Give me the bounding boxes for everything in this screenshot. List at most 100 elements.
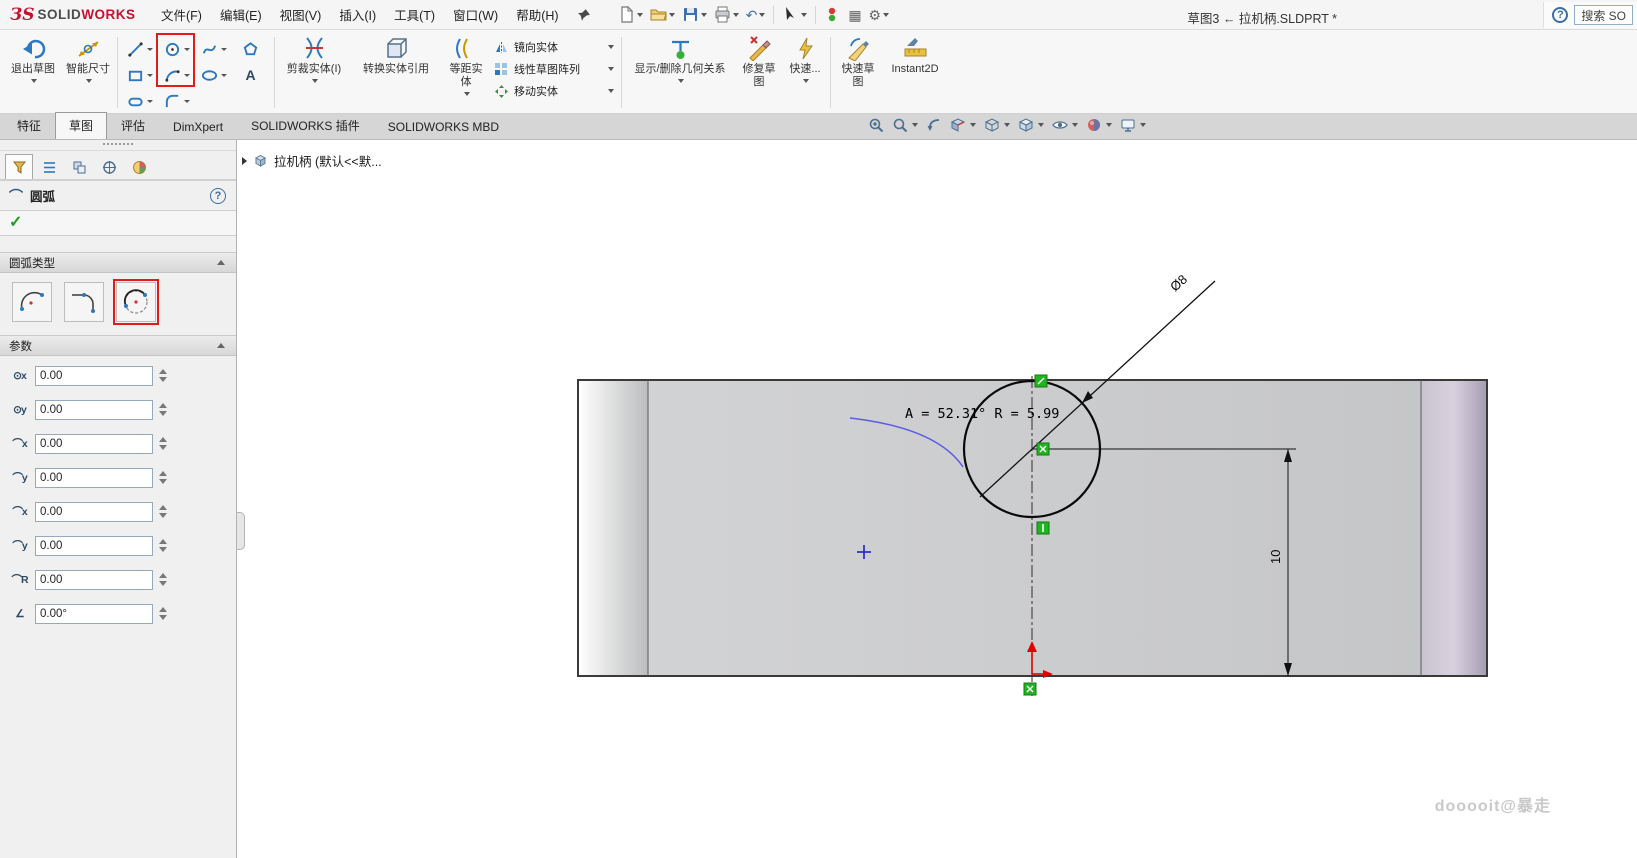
panel-splitter[interactable] <box>0 143 236 151</box>
arc-start-x-input[interactable] <box>35 434 153 454</box>
tab-sketch[interactable]: 草图 <box>55 112 107 139</box>
print-button[interactable] <box>711 3 742 26</box>
edit-appearance-button[interactable] <box>1086 117 1112 133</box>
property-manager-icon <box>12 160 27 175</box>
fillet-icon <box>164 93 181 110</box>
section-view-icon <box>950 117 966 133</box>
section-view-button[interactable] <box>950 117 976 133</box>
panel-help-icon[interactable]: ? <box>210 188 226 204</box>
arc-center-x-input[interactable] <box>35 366 153 386</box>
move-entities-button[interactable]: 移动实体 <box>490 83 618 99</box>
linear-sketch-pattern-button[interactable]: 线性草图阵列 <box>490 61 618 77</box>
arc-start-y-icon: ⌒y <box>8 470 31 485</box>
ellipse-tool[interactable] <box>195 62 232 88</box>
centerpoint-arc-button[interactable] <box>12 282 52 322</box>
search-input[interactable]: 搜索 SO <box>1574 5 1633 25</box>
display-manager-tab[interactable] <box>125 154 153 179</box>
menu-tools[interactable]: 工具(T) <box>385 0 444 30</box>
arc-radius-input[interactable] <box>35 570 153 590</box>
arc-center-y-input[interactable] <box>35 400 153 420</box>
display-delete-relations-button[interactable]: 显示/删除几何关系 <box>625 32 735 113</box>
tab-evaluate[interactable]: 评估 <box>107 112 159 139</box>
spinner-control[interactable] <box>159 369 167 382</box>
spinner-control[interactable] <box>159 539 167 552</box>
help-icon[interactable]: ? <box>1552 7 1568 23</box>
spinner-control[interactable] <box>159 505 167 518</box>
param-row: ⌒y <box>8 467 228 488</box>
tab-solidworks-addins[interactable]: SOLIDWORKS 插件 <box>237 112 374 139</box>
instant2d-button[interactable]: Instant2D <box>882 32 948 113</box>
arc-end-y-input[interactable] <box>35 536 153 556</box>
ok-check-icon[interactable]: ✓ <box>9 215 22 231</box>
select-button[interactable] <box>779 3 810 26</box>
status-lights-button[interactable] <box>821 3 844 26</box>
fillet-tool[interactable] <box>158 88 195 114</box>
property-manager-tab[interactable] <box>5 154 33 179</box>
save-button[interactable] <box>679 3 710 26</box>
mirror-entities-button[interactable]: 镜向实体 <box>490 39 618 55</box>
menu-view[interactable]: 视图(V) <box>271 0 331 30</box>
feature-tree-flyout[interactable]: 拉机柄 (默认<<默... <box>242 151 382 170</box>
tab-dimxpert[interactable]: DimXpert <box>159 115 237 139</box>
arc-end-x-input[interactable] <box>35 502 153 522</box>
arc-type-section-header[interactable]: 圆弧类型 <box>0 252 236 273</box>
arc-start-y-input[interactable] <box>35 468 153 488</box>
spline-tool[interactable] <box>195 36 232 62</box>
repair-sketch-button[interactable]: 修复草图 <box>735 32 783 113</box>
settings-button[interactable]: ⚙ <box>866 5 893 25</box>
spinner-control[interactable] <box>159 573 167 586</box>
viewport-canvas[interactable]: Ø8 10 A = 52.31° R = 5.99 <box>237 140 1637 858</box>
smart-dimension-button[interactable]: 智能尺寸 <box>62 32 114 113</box>
graphics-viewport[interactable]: Ø8 10 A = 52.31° R = 5.99 <box>237 140 1637 858</box>
view-orientation-button[interactable] <box>984 117 1010 133</box>
arc-radius-icon: ⌒R <box>8 572 31 587</box>
spinner-control[interactable] <box>159 607 167 620</box>
tangent-arc-button[interactable] <box>64 282 104 322</box>
panel-collapse-handle[interactable] <box>237 512 245 550</box>
configuration-manager-tab[interactable] <box>65 154 93 179</box>
zoom-to-fit-button[interactable] <box>868 117 884 133</box>
menu-edit[interactable]: 编辑(E) <box>211 0 271 30</box>
display-style-button[interactable] <box>1018 117 1044 133</box>
ellipse-icon <box>201 67 218 84</box>
tab-solidworks-mbd[interactable]: SOLIDWORKS MBD <box>374 115 513 139</box>
menu-window[interactable]: 窗口(W) <box>444 0 507 30</box>
rectangle-tool[interactable] <box>121 62 158 88</box>
convert-entities-button[interactable]: 转换实体引用 <box>350 32 442 113</box>
three-point-arc-button[interactable] <box>116 282 156 322</box>
menu-file[interactable]: 文件(F) <box>152 0 211 30</box>
line-tool[interactable] <box>121 36 158 62</box>
spinner-control[interactable] <box>159 437 167 450</box>
open-document-button[interactable] <box>647 3 678 26</box>
slot-tool[interactable] <box>121 88 158 114</box>
spinner-control[interactable] <box>159 471 167 484</box>
view-settings-button[interactable] <box>1120 117 1146 133</box>
dimxpert-manager-tab[interactable] <box>95 154 123 179</box>
parameters-section-header[interactable]: 参数 <box>0 335 236 356</box>
circle-tool[interactable] <box>158 36 195 62</box>
arc-angle-input[interactable] <box>35 604 153 624</box>
exit-sketch-button[interactable]: 退出草图 <box>4 32 62 113</box>
quick-snaps-button[interactable]: 快速... <box>783 32 827 113</box>
polygon-tool[interactable] <box>232 36 269 62</box>
menu-help[interactable]: 帮助(H) <box>507 0 567 30</box>
trim-entities-button[interactable]: 剪裁实体(I) <box>278 32 350 113</box>
sketch-text-tool[interactable]: A <box>232 62 269 88</box>
menu-insert[interactable]: 插入(I) <box>330 0 385 30</box>
tab-features[interactable]: 特征 <box>3 112 55 139</box>
new-document-button[interactable] <box>615 3 646 26</box>
undo-button[interactable]: ↶ <box>743 5 769 25</box>
feature-manager-tab[interactable] <box>35 154 63 179</box>
offset-entities-button[interactable]: 等距实体 <box>442 32 490 113</box>
flyout-arrow-icon[interactable] <box>242 157 247 165</box>
arc-tool[interactable] <box>158 62 195 88</box>
rapid-sketch-button[interactable]: 快速草图 <box>834 32 882 113</box>
options-grid-button[interactable]: ▦ <box>845 5 864 25</box>
zoom-to-area-icon <box>892 117 908 133</box>
previous-view-button[interactable] <box>926 117 942 133</box>
zoom-to-area-button[interactable] <box>892 117 918 133</box>
ribbon-separator <box>830 37 831 108</box>
hide-show-items-button[interactable] <box>1052 117 1078 133</box>
pin-menu-icon[interactable] <box>578 8 591 21</box>
spinner-control[interactable] <box>159 403 167 416</box>
